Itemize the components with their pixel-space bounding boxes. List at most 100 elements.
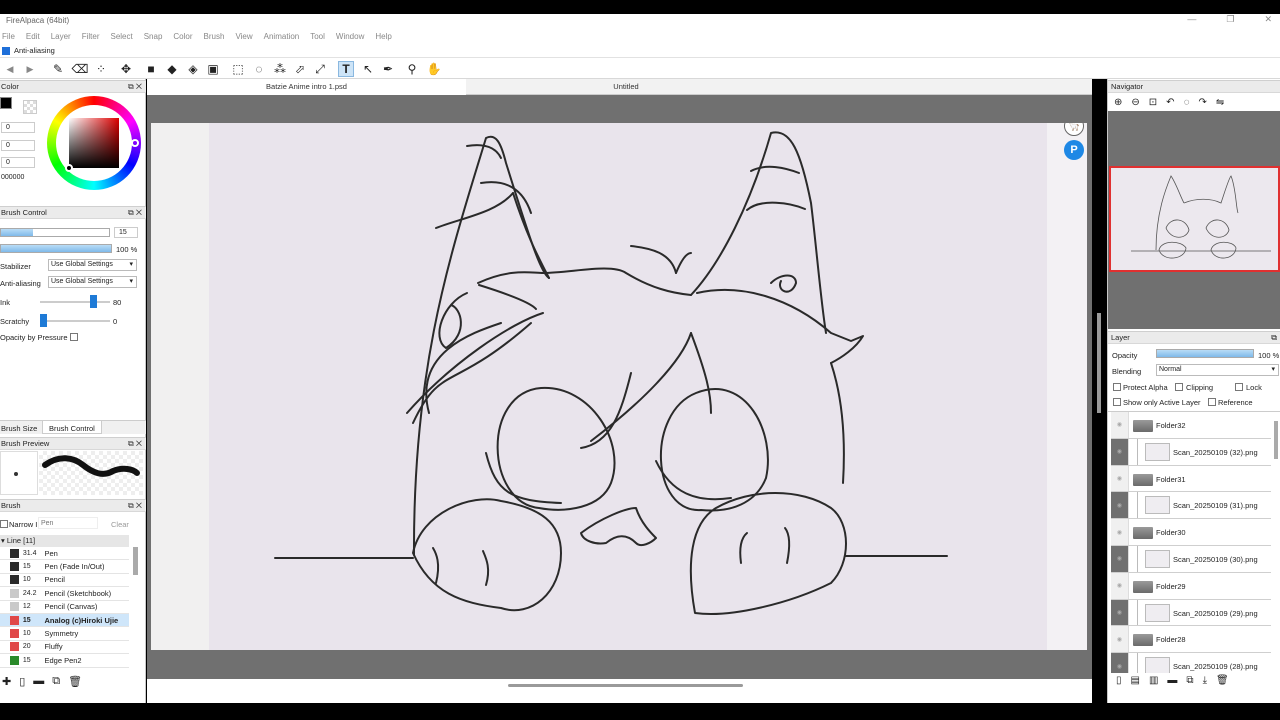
brush-item[interactable]: 24.2 Pencil (Sketchbook) — [0, 587, 129, 601]
new-layer-icon[interactable]: ▯ — [1116, 675, 1122, 686]
delete-icon[interactable]: 🗑 — [68, 675, 82, 688]
zoom-out-icon[interactable]: ⊖ — [1131, 97, 1139, 108]
navigator-view[interactable] — [1108, 111, 1280, 329]
brush-group-line[interactable]: ▾ Line [11] — [0, 535, 129, 547]
brush-list-scrollbar[interactable] — [133, 547, 138, 575]
visibility-icon[interactable]: ◉ — [1111, 599, 1129, 626]
transform-icon[interactable]: ⤢ — [312, 61, 328, 77]
eyedropper-icon[interactable]: ⚲ — [404, 61, 420, 77]
minimize-icon[interactable]: — — [1187, 14, 1196, 25]
select-pen-icon[interactable]: ⬀ — [292, 61, 308, 77]
ink-slider-track[interactable] — [40, 301, 110, 303]
layer-folder-row[interactable]: ◉ Folder29 — [1111, 572, 1271, 600]
canvas-h-scrollbar[interactable] — [508, 684, 743, 687]
tab-document-2[interactable]: Untitled — [466, 79, 786, 95]
primary-color-swatch[interactable] — [0, 97, 12, 109]
scratchy-slider-track[interactable] — [40, 320, 110, 322]
merge-down-icon[interactable]: ⤓ — [1203, 675, 1207, 686]
share-icon[interactable]: P — [1064, 140, 1084, 160]
menu-item-snap[interactable]: Snap — [144, 32, 163, 41]
rotate-reset-icon[interactable]: ◌ — [1184, 97, 1190, 108]
layer-folder-row[interactable]: ◉ Folder31 — [1111, 465, 1271, 493]
scratchy-slider-handle[interactable] — [40, 314, 47, 327]
layer-opacity-bar[interactable] — [1156, 349, 1254, 358]
next-frame-icon[interactable]: ▶ — [22, 61, 38, 77]
layer-row[interactable]: ◉ Scan_20250109 (29).png — [1111, 599, 1271, 627]
drawing-canvas[interactable]: 🦙 P — [151, 123, 1087, 650]
menu-item-color[interactable]: Color — [173, 32, 192, 41]
layer-row[interactable]: ◉ Scan_20250109 (28).png — [1111, 653, 1271, 673]
brush-item[interactable]: 20 Fluffy — [0, 641, 129, 655]
add-brush-icon[interactable]: ✚ — [2, 675, 11, 688]
menu-item-tool[interactable]: Tool — [310, 32, 325, 41]
brush-size-bar[interactable] — [0, 228, 110, 237]
visibility-icon[interactable]: ◉ — [1111, 519, 1129, 545]
layer-row[interactable]: ◉ Scan_20250109 (30).png — [1111, 546, 1271, 573]
menu-item-view[interactable]: View — [235, 32, 252, 41]
zoom-in-icon[interactable]: ⊕ — [1114, 97, 1122, 108]
new-8bit-layer-icon[interactable]: ▤ — [1131, 675, 1140, 686]
canvas-area[interactable]: 🦙 P — [147, 95, 1092, 679]
prev-frame-icon[interactable]: ◀ — [2, 61, 18, 77]
menu-item-window[interactable]: Window — [336, 32, 364, 41]
magic-wand-icon[interactable]: ⁂ — [272, 61, 288, 77]
visibility-icon[interactable]: ◉ — [1111, 546, 1129, 572]
menu-item-help[interactable]: Help — [375, 32, 391, 41]
layer-folder-row[interactable]: ◉ Folder28 — [1111, 626, 1271, 654]
lasso-select-icon[interactable]: ◌ — [251, 61, 267, 77]
brush-item[interactable]: 31.4 Pen — [0, 547, 129, 561]
visibility-icon[interactable]: ◉ — [1111, 438, 1129, 465]
brush-size-value[interactable]: 15 — [114, 227, 138, 238]
antialiasing-select[interactable]: Use Global Settings — [48, 276, 137, 288]
dot-tool-icon[interactable]: ⁘ — [93, 61, 109, 77]
text-tool-icon[interactable]: T — [338, 61, 354, 77]
narrow-checkbox[interactable] — [0, 520, 8, 528]
navigator-thumbnail[interactable] — [1109, 166, 1280, 272]
layer-list-scrollbar[interactable] — [1274, 421, 1278, 459]
menu-item-brush[interactable]: Brush — [204, 32, 225, 41]
visibility-icon[interactable]: ◉ — [1111, 412, 1129, 438]
visibility-icon[interactable]: ◉ — [1111, 626, 1129, 653]
stabilizer-select[interactable]: Use Global Settings — [48, 259, 137, 271]
new-1bit-layer-icon[interactable]: ▥ — [1149, 675, 1158, 686]
protect-alpha-checkbox[interactable] — [1113, 383, 1121, 391]
pen-tool-icon[interactable]: ✒ — [380, 61, 396, 77]
clear-button[interactable]: Clear — [111, 520, 129, 529]
operation-tool-icon[interactable]: ↖ — [360, 61, 376, 77]
tab-brush-control[interactable]: Brush Control — [42, 421, 102, 434]
duplicate-icon[interactable]: ⧉ — [52, 675, 60, 688]
panel-controls-icon[interactable]: ⧉ ✕ — [128, 438, 142, 449]
layer-row[interactable]: ◉ Scan_20250109 (31).png — [1111, 492, 1271, 520]
brush-tool-icon[interactable]: ✎ — [50, 61, 66, 77]
tab-brush-size[interactable]: Brush Size — [1, 424, 37, 433]
ink-slider-handle[interactable] — [90, 295, 98, 308]
menu-item-animation[interactable]: Animation — [264, 32, 300, 41]
gradient-tool-icon[interactable]: ▣ — [205, 61, 221, 77]
clipping-checkbox[interactable] — [1175, 383, 1183, 391]
color-value-3[interactable]: 0 — [1, 157, 35, 168]
panel-controls-icon[interactable]: ⧉ — [1271, 332, 1277, 343]
canvas-v-scrollbar[interactable] — [1097, 313, 1101, 413]
color-value-1[interactable]: 0 — [1, 122, 35, 133]
opacity-pressure-checkbox[interactable] — [70, 333, 78, 341]
show-active-checkbox[interactable] — [1113, 398, 1121, 406]
visibility-icon[interactable]: ◉ — [1111, 653, 1129, 673]
fill-tool-icon[interactable]: ◈ — [185, 61, 201, 77]
hand-tool-icon[interactable]: ✋ — [426, 61, 442, 77]
eraser-tool-icon[interactable]: ⌫ — [72, 61, 89, 77]
saturation-square[interactable] — [69, 118, 119, 168]
delete-layer-icon[interactable]: 🗑 — [1216, 675, 1229, 686]
brush-item[interactable]: 15 Edge Pen2 — [0, 654, 129, 668]
antialias-checkbox[interactable] — [2, 46, 10, 55]
move-tool-icon[interactable]: ✥ — [118, 61, 134, 77]
reference-checkbox[interactable] — [1208, 398, 1216, 406]
new-file-icon[interactable]: ▯ — [19, 675, 25, 688]
bucket-tool-icon[interactable]: ◆ — [164, 61, 180, 77]
panel-controls-icon[interactable]: ⧉ ✕ — [128, 81, 142, 92]
visibility-icon[interactable]: ◉ — [1111, 492, 1129, 519]
visibility-icon[interactable]: ◉ — [1111, 572, 1129, 599]
lock-checkbox[interactable] — [1235, 383, 1243, 391]
panel-controls-icon[interactable]: ⧉ ✕ — [128, 207, 142, 218]
transparent-swatch[interactable] — [23, 100, 37, 114]
tab-document-1[interactable]: Batzie Anime intro 1.psd — [147, 79, 466, 95]
